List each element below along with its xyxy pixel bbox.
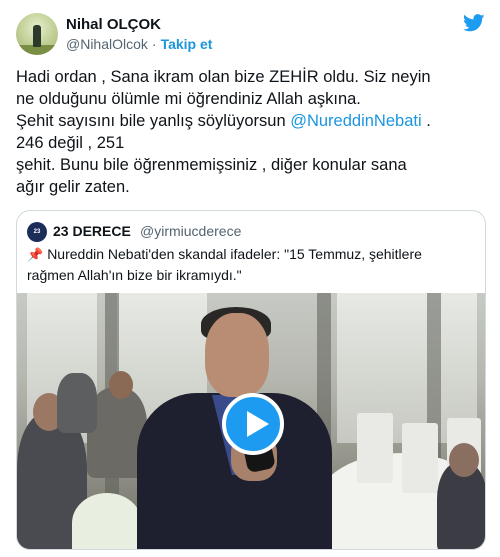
quoted-text-line-1-content: Nureddin Nebati'den skandal ifadeler: "1… — [47, 246, 422, 262]
tweet-line-3-end: . — [421, 112, 431, 130]
tweet-line-1: Hadi ordan , Sana ikram olan bize ZEHİR … — [16, 68, 431, 86]
author-name[interactable]: Nihal OLÇOK — [66, 16, 161, 33]
background-chair — [402, 423, 438, 493]
quoted-text-line-1: 📌 Nureddin Nebati'den skandal ifadeler: "… — [27, 244, 477, 265]
speaker-head — [205, 313, 269, 397]
tweet-line-3: Şehit sayısını bile yanlış söylüyorsun @… — [16, 110, 486, 132]
tweet-line-5: şehit. Bunu bile öğrenmemişsiniz , diğer… — [16, 156, 407, 174]
background-person-head — [109, 371, 133, 399]
tweet-card: Nihal OLÇOK @NihalOlcok · Takip et Hadi or… — [0, 0, 500, 557]
author-avatar[interactable] — [16, 13, 58, 55]
quoted-avatar[interactable]: 23 DERECE — [27, 222, 52, 255]
separator-dot: · — [151, 36, 157, 52]
quoted-author-name[interactable]: 23 DERECE — [53, 223, 131, 239]
tweet-line-3-text: Şehit sayısını bile yanlış söylüyorsun — [16, 112, 291, 130]
author-handle-row: @NihalOlcok · Takip et — [66, 36, 212, 52]
pushpin-icon: 📌 — [27, 247, 44, 262]
avatar-figure — [33, 25, 41, 47]
quoted-text-line-2: rağmen Allah'ın bize bir ikramıydı." — [27, 267, 242, 283]
background-chair — [357, 413, 393, 483]
tweet-text: Hadi ordan , Sana ikram olan bize ZEHİR … — [16, 66, 486, 198]
follow-button[interactable]: Takip et — [161, 36, 213, 52]
quoted-tweet[interactable]: 23 DERECE 23 DERECE @yirmiucderece 📌 Nure… — [16, 210, 486, 550]
tweet-line-6: ağır gelir zaten. — [16, 178, 130, 196]
background-person — [57, 373, 97, 433]
quoted-author-handle[interactable]: @yirmiucderece — [140, 223, 241, 239]
quoted-text: 📌 Nureddin Nebati'den skandal ifadeler: "… — [27, 244, 477, 285]
flower-arrangement — [72, 493, 142, 549]
twitter-bird-icon[interactable] — [463, 14, 485, 32]
mention-link[interactable]: @NureddinNebati — [290, 112, 421, 130]
background-person-head — [449, 443, 479, 477]
video-thumbnail[interactable] — [17, 293, 485, 549]
author-handle[interactable]: @NihalOlcok — [66, 36, 148, 52]
play-icon[interactable] — [222, 393, 284, 455]
tweet-line-4: 246 değil , 251 — [16, 134, 125, 152]
tweet-line-2: ne olduğunu ölümle mi öğrendiniz Allah a… — [16, 90, 361, 108]
